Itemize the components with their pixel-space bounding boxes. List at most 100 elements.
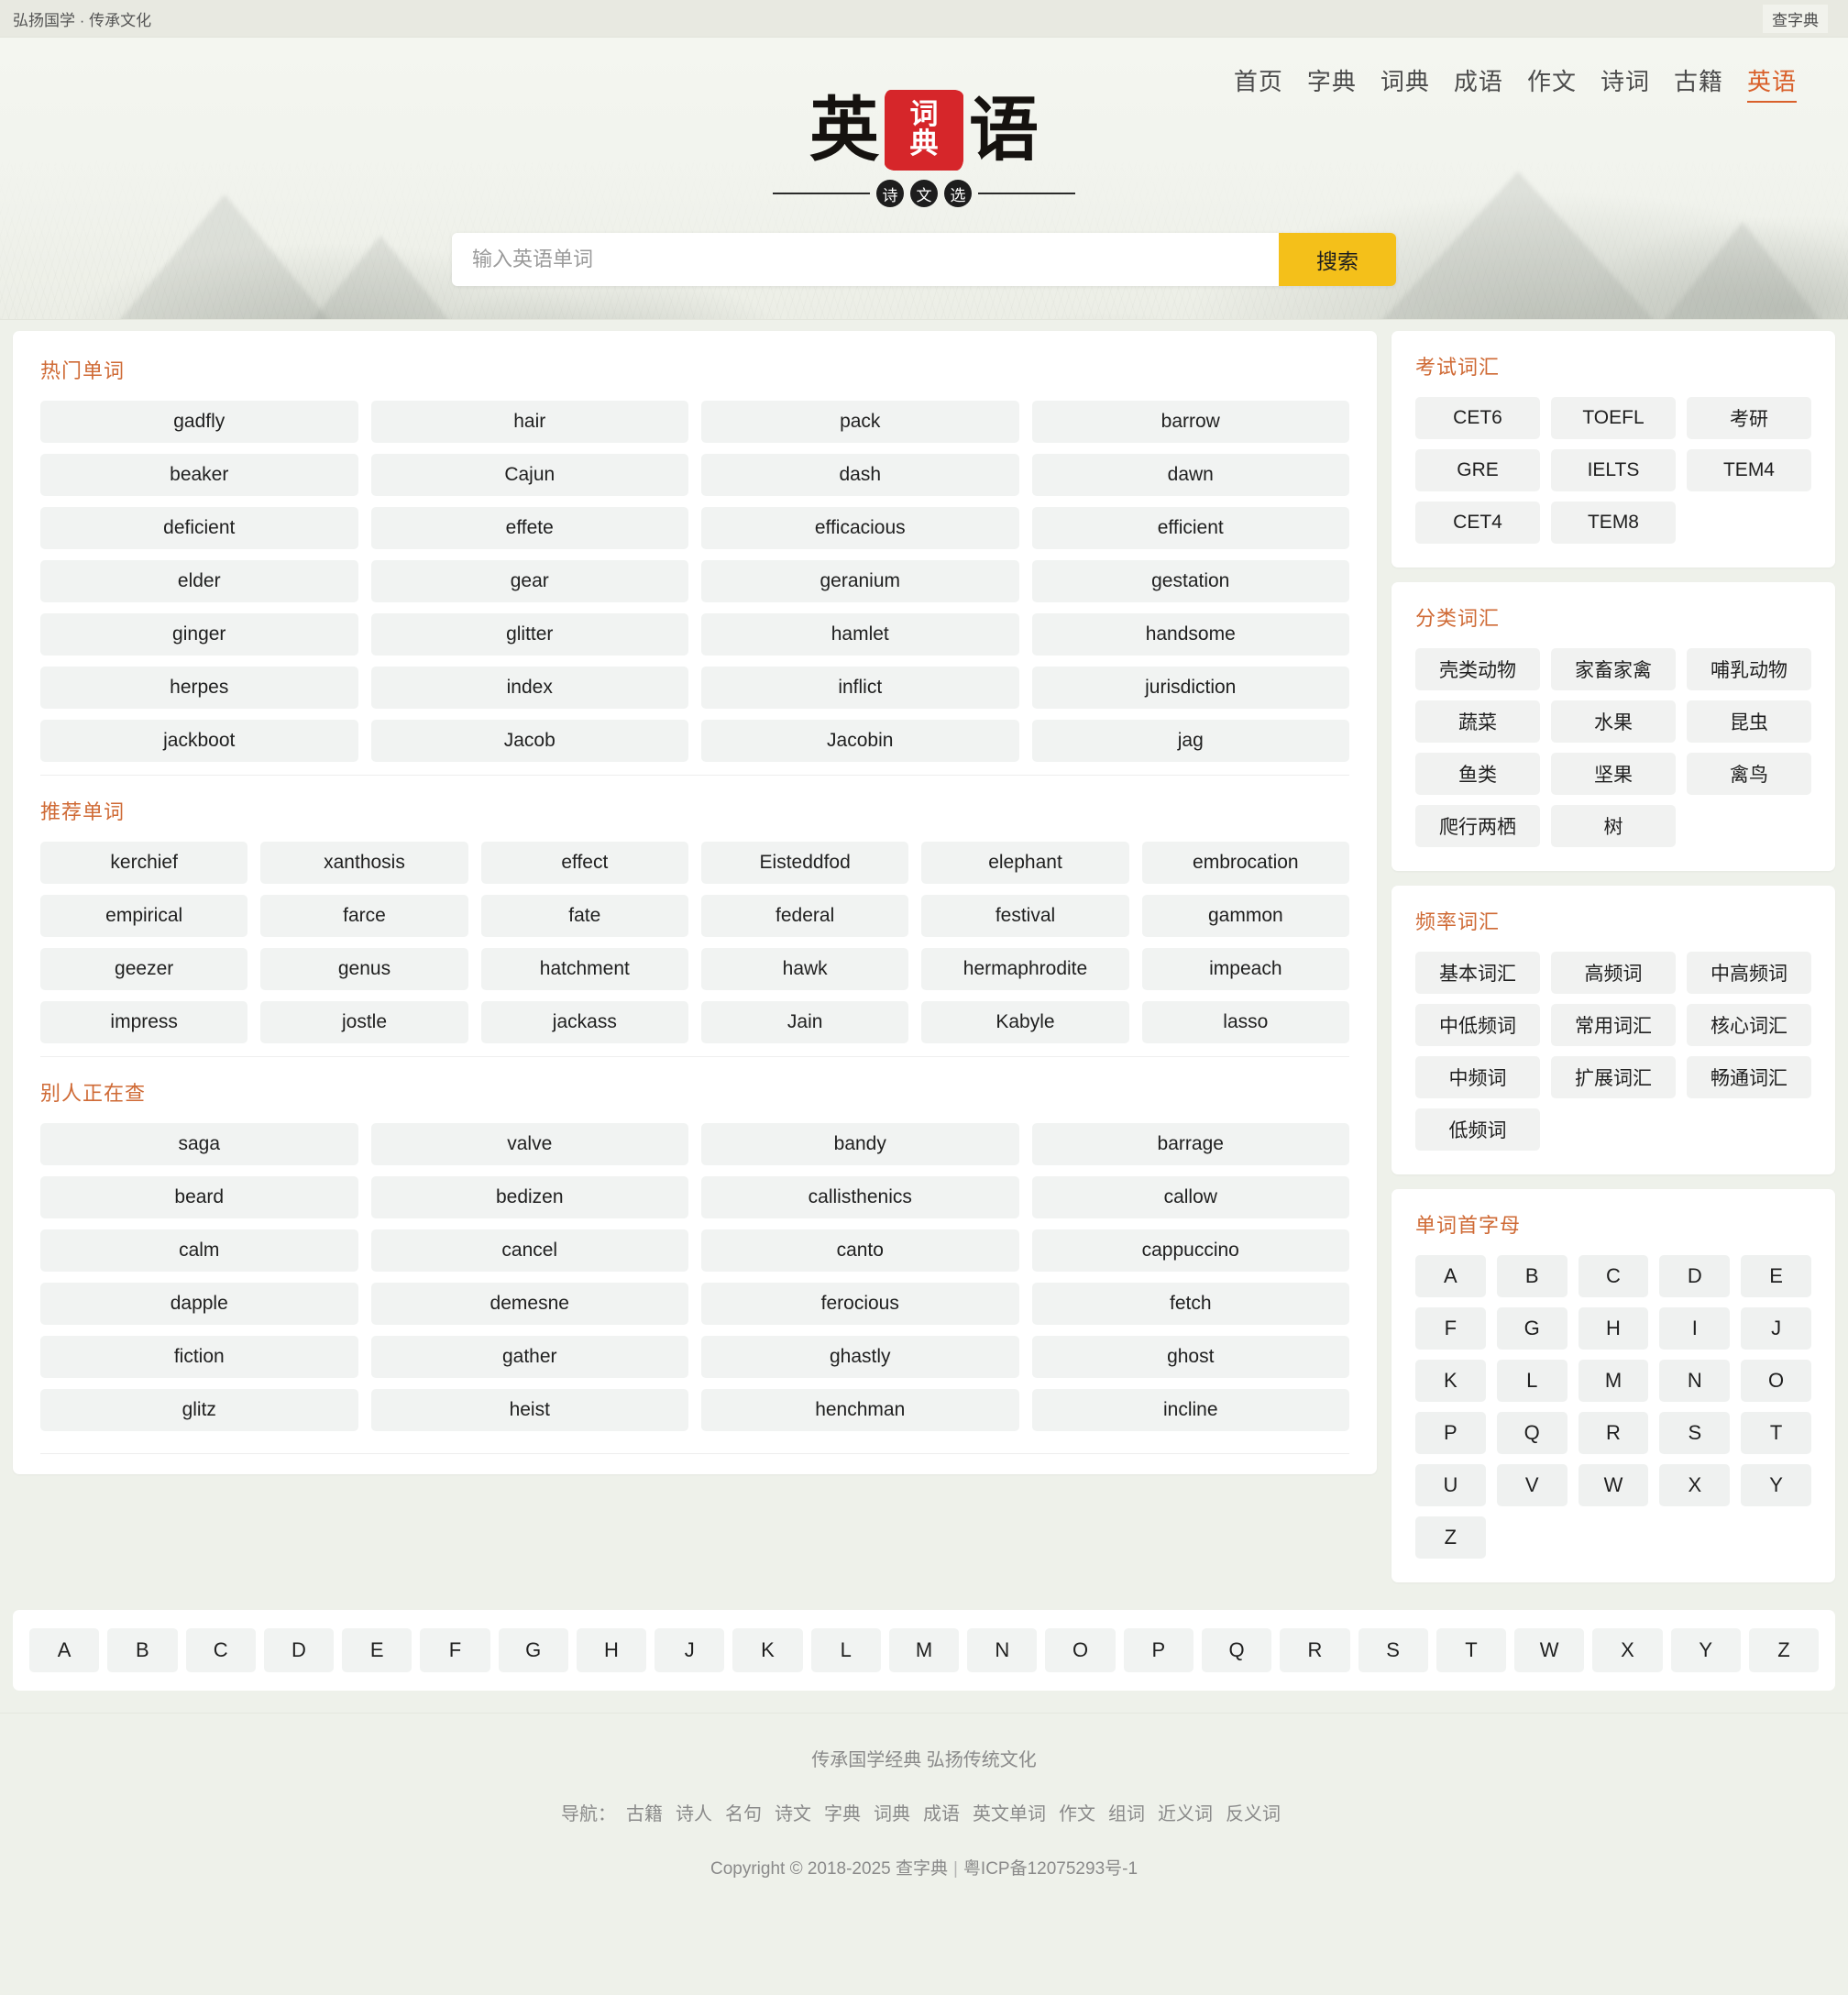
word-chip[interactable]: dash xyxy=(701,454,1019,496)
exam-vocabulary-chip[interactable]: GRE xyxy=(1415,449,1540,491)
bottom-letter-chip[interactable]: C xyxy=(185,1628,256,1672)
nav-item-home[interactable]: 首页 xyxy=(1234,63,1283,103)
footer-nav-link[interactable]: 作文 xyxy=(1059,1804,1095,1824)
word-chip[interactable]: federal xyxy=(700,895,909,937)
category-vocabulary-chip[interactable]: 水果 xyxy=(1551,700,1676,743)
word-chip[interactable]: Jacob xyxy=(370,720,688,762)
bottom-letter-chip[interactable]: J xyxy=(654,1628,725,1672)
initial-letter-chip[interactable]: V xyxy=(1496,1464,1568,1506)
bottom-letter-chip[interactable]: X xyxy=(1592,1628,1663,1672)
search-input[interactable] xyxy=(452,233,1279,286)
word-chip[interactable]: kerchief xyxy=(40,842,248,884)
initial-letter-chip[interactable]: B xyxy=(1496,1255,1568,1297)
initial-letter-chip[interactable]: L xyxy=(1496,1360,1568,1402)
footer-nav-link[interactable]: 反义词 xyxy=(1226,1804,1281,1824)
bottom-letter-chip[interactable]: S xyxy=(1358,1628,1428,1672)
word-chip[interactable]: hair xyxy=(370,401,688,443)
initial-letter-chip[interactable]: O xyxy=(1741,1360,1811,1402)
word-chip[interactable]: Jacobin xyxy=(701,720,1019,762)
initial-letter-chip[interactable]: G xyxy=(1496,1307,1568,1350)
word-chip[interactable]: hermaphrodite xyxy=(921,948,1129,990)
word-chip[interactable]: ghastly xyxy=(701,1336,1019,1378)
word-chip[interactable]: index xyxy=(370,667,688,709)
word-chip[interactable]: beaker xyxy=(40,454,358,496)
footer-nav-link[interactable]: 词典 xyxy=(874,1804,910,1824)
footer-nav-link[interactable]: 英文单词 xyxy=(973,1804,1046,1824)
frequency-vocabulary-chip[interactable]: 基本词汇 xyxy=(1415,952,1540,994)
bottom-letter-chip[interactable]: B xyxy=(107,1628,178,1672)
word-chip[interactable]: effete xyxy=(370,507,688,549)
word-chip[interactable]: hamlet xyxy=(701,613,1019,656)
bottom-letter-chip[interactable]: W xyxy=(1514,1628,1585,1672)
site-logo[interactable]: 英 词 典 语 xyxy=(786,72,1062,189)
frequency-vocabulary-chip[interactable]: 低频词 xyxy=(1415,1108,1540,1151)
word-chip[interactable]: valve xyxy=(370,1123,688,1165)
word-chip[interactable]: jackboot xyxy=(40,720,358,762)
word-chip[interactable]: elder xyxy=(40,560,358,602)
category-vocabulary-chip[interactable]: 蔬菜 xyxy=(1415,700,1540,743)
word-chip[interactable]: ginger xyxy=(40,613,358,656)
icp-license[interactable]: 粤ICP备12075293号-1 xyxy=(963,1859,1138,1879)
word-chip[interactable]: Eisteddfod xyxy=(700,842,909,884)
word-chip[interactable]: henchman xyxy=(701,1389,1019,1431)
word-chip[interactable]: glitz xyxy=(40,1389,358,1431)
word-chip[interactable]: Cajun xyxy=(370,454,688,496)
nav-item-zidian[interactable]: 字典 xyxy=(1307,63,1357,103)
exam-vocabulary-chip[interactable]: 考研 xyxy=(1687,397,1811,439)
bottom-letter-chip[interactable]: H xyxy=(576,1628,647,1672)
word-chip[interactable]: efficient xyxy=(1031,507,1349,549)
word-chip[interactable]: elephant xyxy=(921,842,1129,884)
word-chip[interactable]: callow xyxy=(1031,1176,1349,1218)
frequency-vocabulary-chip[interactable]: 常用词汇 xyxy=(1551,1004,1676,1046)
word-chip[interactable]: inflict xyxy=(701,667,1019,709)
initial-letter-chip[interactable]: M xyxy=(1578,1360,1649,1402)
initial-letter-chip[interactable]: K xyxy=(1415,1360,1486,1402)
category-vocabulary-chip[interactable]: 爬行两栖 xyxy=(1415,805,1540,847)
word-chip[interactable]: festival xyxy=(921,895,1129,937)
bottom-letter-chip[interactable]: N xyxy=(967,1628,1038,1672)
initial-letter-chip[interactable]: R xyxy=(1578,1412,1649,1454)
bottom-letter-chip[interactable]: L xyxy=(810,1628,881,1672)
word-chip[interactable]: Kabyle xyxy=(921,1001,1129,1043)
word-chip[interactable]: herpes xyxy=(40,667,358,709)
bottom-letter-chip[interactable]: Y xyxy=(1670,1628,1741,1672)
word-chip[interactable]: dapple xyxy=(40,1283,358,1325)
word-chip[interactable]: geezer xyxy=(40,948,248,990)
footer-nav-link[interactable]: 成语 xyxy=(923,1804,960,1824)
category-vocabulary-chip[interactable]: 树 xyxy=(1551,805,1676,847)
category-vocabulary-chip[interactable]: 坚果 xyxy=(1551,753,1676,795)
initial-letter-chip[interactable]: W xyxy=(1578,1464,1649,1506)
word-chip[interactable]: fetch xyxy=(1031,1283,1349,1325)
initial-letter-chip[interactable]: I xyxy=(1659,1307,1731,1350)
bottom-letter-chip[interactable]: P xyxy=(1123,1628,1194,1672)
initial-letter-chip[interactable]: A xyxy=(1415,1255,1486,1297)
word-chip[interactable]: ferocious xyxy=(701,1283,1019,1325)
word-chip[interactable]: geranium xyxy=(701,560,1019,602)
initial-letter-chip[interactable]: U xyxy=(1415,1464,1486,1506)
word-chip[interactable]: Jain xyxy=(700,1001,909,1043)
word-chip[interactable]: hawk xyxy=(700,948,909,990)
bottom-letter-chip[interactable]: K xyxy=(732,1628,803,1672)
word-chip[interactable]: handsome xyxy=(1031,613,1349,656)
word-chip[interactable]: hatchment xyxy=(480,948,688,990)
word-chip[interactable]: fiction xyxy=(40,1336,358,1378)
nav-item-shici[interactable]: 诗词 xyxy=(1600,63,1650,103)
site-brand-link[interactable]: 查字典 xyxy=(1763,4,1828,33)
word-chip[interactable]: glitter xyxy=(370,613,688,656)
word-chip[interactable]: jurisdiction xyxy=(1031,667,1349,709)
footer-nav-link[interactable]: 古籍 xyxy=(626,1804,663,1824)
word-chip[interactable]: gather xyxy=(370,1336,688,1378)
footer-nav-link[interactable]: 诗人 xyxy=(676,1804,712,1824)
initial-letter-chip[interactable]: J xyxy=(1741,1307,1811,1350)
word-chip[interactable]: pack xyxy=(701,401,1019,443)
frequency-vocabulary-chip[interactable]: 高频词 xyxy=(1551,952,1676,994)
word-chip[interactable]: ghost xyxy=(1031,1336,1349,1378)
initial-letter-chip[interactable]: F xyxy=(1415,1307,1486,1350)
initial-letter-chip[interactable]: P xyxy=(1415,1412,1486,1454)
bottom-letter-chip[interactable]: F xyxy=(420,1628,490,1672)
exam-vocabulary-chip[interactable]: IELTS xyxy=(1551,449,1676,491)
word-chip[interactable]: xanthosis xyxy=(260,842,468,884)
word-chip[interactable]: farce xyxy=(260,895,468,937)
bottom-letter-chip[interactable]: M xyxy=(888,1628,960,1672)
search-button[interactable]: 搜索 xyxy=(1279,233,1396,286)
